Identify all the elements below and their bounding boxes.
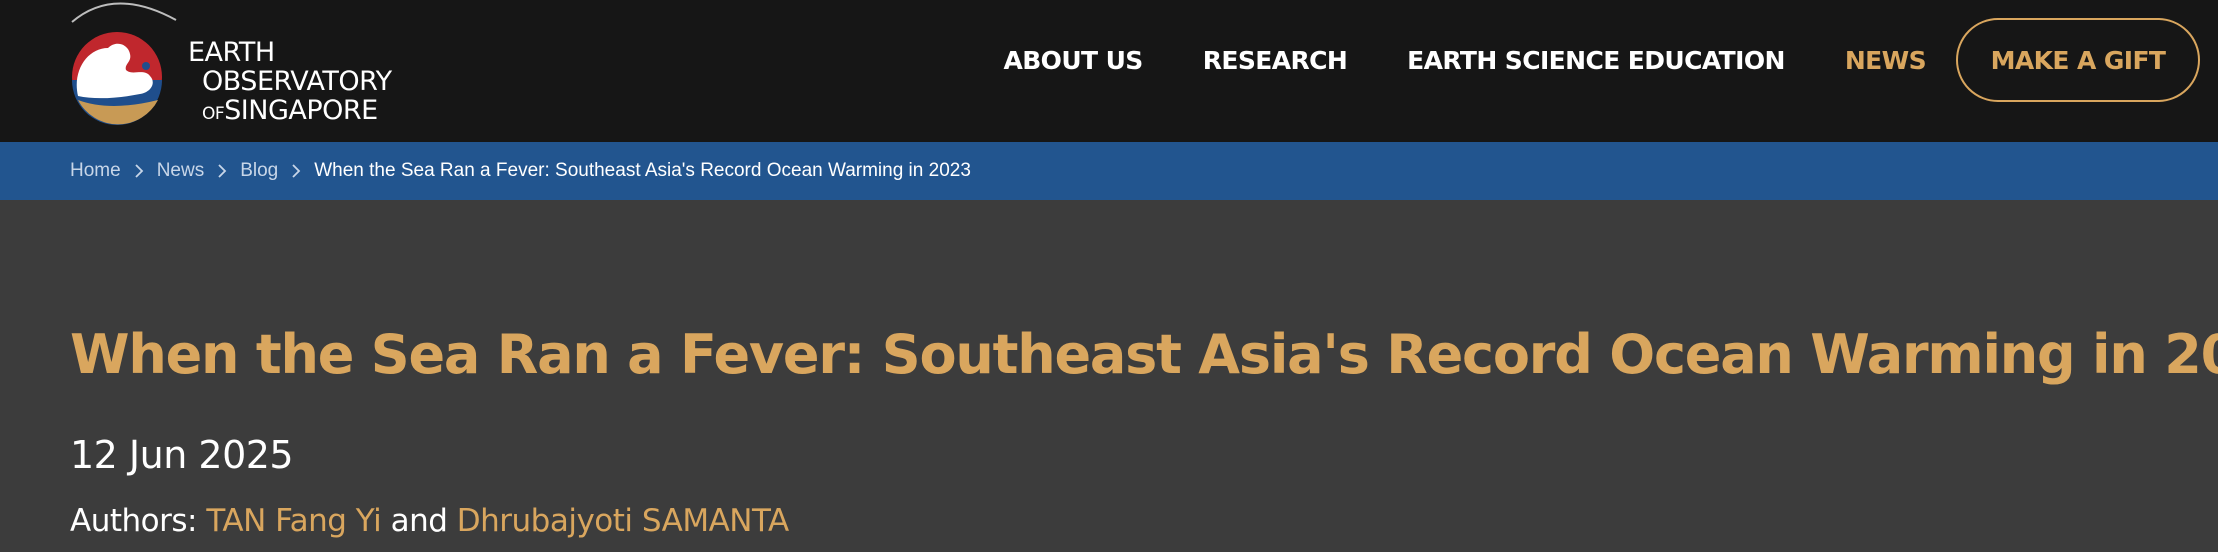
- earth-observatory-logo-icon: [71, 2, 177, 125]
- authors-conjunction: and: [381, 503, 457, 539]
- chevron-right-icon: [217, 163, 227, 179]
- logo-line-earth: EARTH: [188, 37, 275, 68]
- main-nav: ABOUT US RESEARCH EARTH SCIENCE EDUCATIO…: [1003, 0, 2218, 120]
- nav-item-news[interactable]: NEWS: [1845, 46, 1927, 75]
- site-header: EARTH OBSERVATORY OFSINGAPORE ABOUT US R…: [0, 0, 2218, 142]
- breadcrumb-home[interactable]: Home: [70, 160, 121, 182]
- breadcrumb-news[interactable]: News: [157, 160, 205, 182]
- article-authors: Authors: TAN Fang Yi and Dhrubajyoti SAM…: [70, 500, 789, 542]
- author-link-tan-fang-yi[interactable]: TAN Fang Yi: [206, 503, 381, 539]
- breadcrumb-blog[interactable]: Blog: [240, 160, 278, 182]
- authors-label: Authors:: [70, 503, 207, 539]
- logo-line-observatory: OBSERVATORY: [202, 66, 392, 97]
- logo-line-singapore: OFSINGAPORE: [188, 96, 392, 129]
- site-logo[interactable]: EARTH OBSERVATORY OFSINGAPORE: [70, 0, 400, 130]
- chevron-right-icon: [291, 163, 301, 179]
- make-a-gift-button[interactable]: MAKE A GIFT: [1956, 18, 2200, 102]
- breadcrumb-current: When the Sea Ran a Fever: Southeast Asia…: [314, 160, 971, 181]
- logo-wordmark: EARTH OBSERVATORY OFSINGAPORE: [188, 38, 392, 129]
- breadcrumb: Home News Blog When the Sea Ran a Fever:…: [0, 142, 2218, 200]
- logo-singapore: SINGAPORE: [224, 95, 378, 126]
- author-link-dhrubajyoti-samanta[interactable]: Dhrubajyoti SAMANTA: [457, 503, 789, 539]
- nav-item-research[interactable]: RESEARCH: [1203, 46, 1348, 75]
- chevron-right-icon: [134, 163, 144, 179]
- nav-item-earth-science-education[interactable]: EARTH SCIENCE EDUCATION: [1407, 46, 1785, 75]
- article-date: 12 Jun 2025: [70, 433, 294, 477]
- logo-of: OF: [202, 104, 225, 124]
- nav-item-about-us[interactable]: ABOUT US: [1003, 46, 1143, 75]
- article-title: When the Sea Ran a Fever: Southeast Asia…: [70, 323, 2218, 386]
